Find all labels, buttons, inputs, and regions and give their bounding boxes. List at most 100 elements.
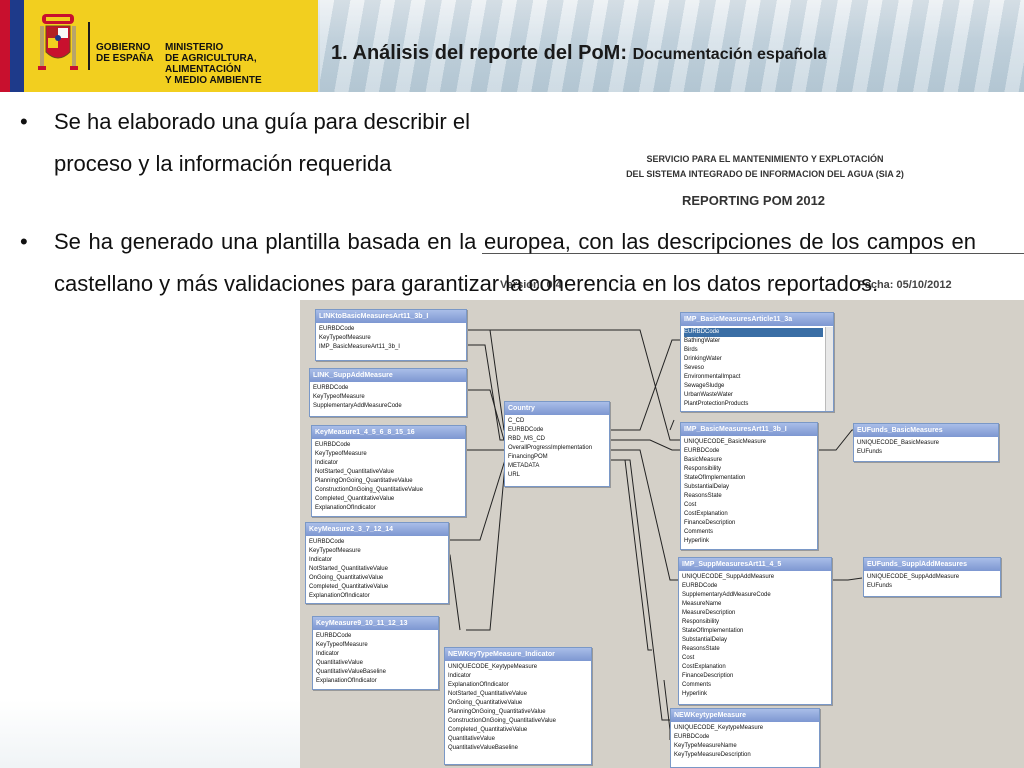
- table-field: UNIQUECODE_SuppAddMeasure: [867, 574, 960, 580]
- table-field: Cost: [684, 502, 697, 508]
- gov-line-1: GOBIERNO: [96, 42, 151, 53]
- service-line-2: DEL SISTEMA INTEGRADO DE INFORMACION DEL…: [626, 169, 904, 179]
- table-field: PlantProtectionProducts: [684, 401, 749, 407]
- table-field: Seveso: [684, 365, 705, 371]
- eu-stripe: [10, 0, 24, 92]
- table-link-supp[interactable]: LINK_SuppAddMeasure EURBDCode KeyTypeofM…: [309, 368, 467, 417]
- table-field: ReasonsState: [682, 646, 720, 652]
- table-field: KeyTypeMeasureDescription: [674, 752, 751, 758]
- table-field: Cost: [682, 655, 695, 661]
- table-field: EUFunds: [867, 583, 893, 589]
- bullet-guide: Se ha elaborado una guía para describir …: [54, 109, 470, 176]
- table-field: FinanceDescription: [684, 520, 736, 526]
- government-logo: GOBIERNO DE ESPAÑA MINISTERIO DE AGRICUL…: [0, 0, 318, 92]
- table-imp-basic-3b[interactable]: IMP_BasicMeasuresArt11_3b_I UNIQUECODE_B…: [680, 422, 818, 550]
- table-header: NEWKeytypeMeasure: [671, 709, 819, 722]
- ministry-line-3: Y MEDIO AMBIENTE: [165, 75, 262, 86]
- table-field: EUFunds: [857, 449, 883, 455]
- table-field: BasicMeasure: [684, 457, 723, 463]
- table-field: Indicator: [315, 460, 339, 466]
- table-field: Responsibility: [682, 619, 720, 625]
- table-field: NotStarted_QuantitativeValue: [309, 566, 388, 572]
- table-field: EURBDCode: [682, 583, 718, 589]
- table-field: UNIQUECODE_BasicMeasure: [857, 440, 940, 446]
- logo-divider: [88, 22, 90, 70]
- table-field: METADATA: [508, 463, 540, 469]
- table-header: KeyMeasure9_10_11_12_13: [313, 617, 438, 630]
- table-field: UNIQUECODE_KeytypeMeasure: [674, 725, 764, 731]
- table-field: Completed_QuantitativeValue: [448, 727, 528, 733]
- table-keymeasure-2[interactable]: KeyMeasure2_3_7_12_14 EURBDCode KeyTypeo…: [305, 522, 449, 604]
- table-link-basic[interactable]: LINKtoBasicMeasuresArt11_3b_I EURBDCode …: [315, 309, 467, 361]
- table-imp-supp[interactable]: IMP_SuppMeasuresArt11_4_5 UNIQUECODE_Sup…: [678, 557, 832, 705]
- table-field: ExplanationOfIndicator: [316, 678, 377, 684]
- table-field: DrinkingWater: [684, 356, 722, 362]
- table-field: Hyperlink: [684, 538, 710, 544]
- table-field: Birds: [684, 347, 698, 353]
- bullet-template: Se ha generado una plantilla basada en l…: [54, 229, 976, 296]
- table-field: EURBDCode: [309, 539, 345, 545]
- table-field: PlanningOnGoing_QuantitativeValue: [448, 709, 546, 715]
- table-field: CostExplanation: [682, 664, 726, 670]
- table-field: UNIQUECODE_SuppAddMeasure: [682, 574, 775, 580]
- table-newkeytype[interactable]: NEWKeytypeMeasure UNIQUECODE_KeytypeMeas…: [670, 708, 820, 768]
- table-field: Indicator: [448, 673, 472, 679]
- table-field: KeyTypeofMeasure: [319, 335, 371, 341]
- table-field: KeyTypeofMeasure: [316, 642, 368, 648]
- table-header: LINK_SuppAddMeasure: [310, 369, 466, 382]
- table-imp-article-3a[interactable]: IMP_BasicMeasuresArticle11_3a EURBDCode …: [680, 312, 834, 412]
- table-field: UNIQUECODE_KeytypeMeasure: [448, 664, 538, 670]
- table-newkeytype-indicator[interactable]: NEWKeyTypeMeasure_Indicator UNIQUECODE_K…: [444, 647, 592, 765]
- table-field: Responsibility: [684, 466, 722, 472]
- table-field: PlanningOnGoing_QuantitativeValue: [315, 478, 413, 484]
- table-field: ExplanationOfIndicator: [309, 593, 370, 599]
- table-field-selected: EURBDCode: [684, 328, 823, 337]
- slide-title-main: 1. Análisis del reporte del PoM:: [331, 42, 627, 64]
- table-field: ConstructionOnGoing_QuantitativeValue: [315, 487, 423, 493]
- table-field: StateOfImplementation: [684, 475, 746, 481]
- table-field: StateOfImplementation: [682, 628, 744, 634]
- service-line-1: SERVICIO PARA EL MANTENIMIENTO Y EXPLOTA…: [646, 154, 884, 164]
- table-field: EURBDCode: [684, 448, 720, 454]
- table-field: Comments: [682, 682, 712, 688]
- table-field: IMP_BasicMeasureArt11_3b_I: [319, 344, 400, 350]
- table-keymeasure-1[interactable]: KeyMeasure1_4_5_6_8_15_16 EURBDCode KeyT…: [311, 425, 466, 517]
- table-field: NotStarted_QuantitativeValue: [448, 691, 527, 697]
- table-field: SewageSludge: [684, 383, 725, 389]
- table-field: SubstantialDelay: [684, 484, 730, 490]
- table-header: EUFunds_SupplAddMeasures: [864, 558, 1000, 571]
- table-header: IMP_BasicMeasuresArt11_3b_I: [681, 423, 817, 436]
- table-field: OnGoing_QuantitativeValue: [309, 575, 384, 581]
- table-header: NEWKeyTypeMeasure_Indicator: [445, 648, 591, 661]
- table-field: Indicator: [316, 651, 340, 657]
- table-field: EURBDCode: [319, 326, 355, 332]
- table-header: Country: [505, 402, 609, 415]
- table-field: Completed_QuantitativeValue: [309, 584, 389, 590]
- table-field: QuantitativeValue: [448, 736, 495, 742]
- slide-header: GOBIERNO DE ESPAÑA MINISTERIO DE AGRICUL…: [0, 0, 1024, 92]
- table-field: KeyTypeofMeasure: [313, 394, 365, 400]
- database-relationship-diagram: LINKtoBasicMeasuresArt11_3b_I EURBDCode …: [300, 300, 1024, 768]
- table-country[interactable]: Country C_CD EURBDCode RBD_MS_CD Overall…: [504, 401, 610, 487]
- table-field: EURBDCode: [674, 734, 710, 740]
- table-eufunds-supp[interactable]: EUFunds_SupplAddMeasures UNIQUECODE_Supp…: [863, 557, 1001, 597]
- table-field: FinancingPOM: [508, 454, 548, 460]
- table-field: UNIQUECODE_BasicMeasure: [684, 439, 767, 445]
- table-field: KeyTypeofMeasure: [315, 451, 367, 457]
- table-keymeasure-9[interactable]: KeyMeasure9_10_11_12_13 EURBDCode KeyTyp…: [312, 616, 439, 690]
- table-field: KeyTypeofMeasure: [309, 548, 361, 554]
- ministry-line-2: DE AGRICULTURA, ALIMENTACIÓN: [165, 53, 257, 75]
- table-header: KeyMeasure1_4_5_6_8_15_16: [312, 426, 465, 439]
- table-field: EURBDCode: [313, 385, 349, 391]
- table-field: BathingWater: [684, 338, 721, 344]
- table-field: Indicator: [309, 557, 333, 563]
- table-eufunds-basic[interactable]: EUFunds_BasicMeasures UNIQUECODE_BasicMe…: [853, 423, 999, 462]
- slide-title: 1. Análisis del reporte del PoM: Documen…: [331, 42, 826, 65]
- bullet-marker: •: [20, 229, 28, 254]
- table-field: EURBDCode: [315, 442, 351, 448]
- table-field: CostExplanation: [684, 511, 728, 517]
- footer-decoration: [0, 700, 300, 768]
- table-field: Hyperlink: [682, 691, 708, 697]
- table-scrollbar[interactable]: [825, 327, 833, 411]
- table-field: Completed_QuantitativeValue: [315, 496, 395, 502]
